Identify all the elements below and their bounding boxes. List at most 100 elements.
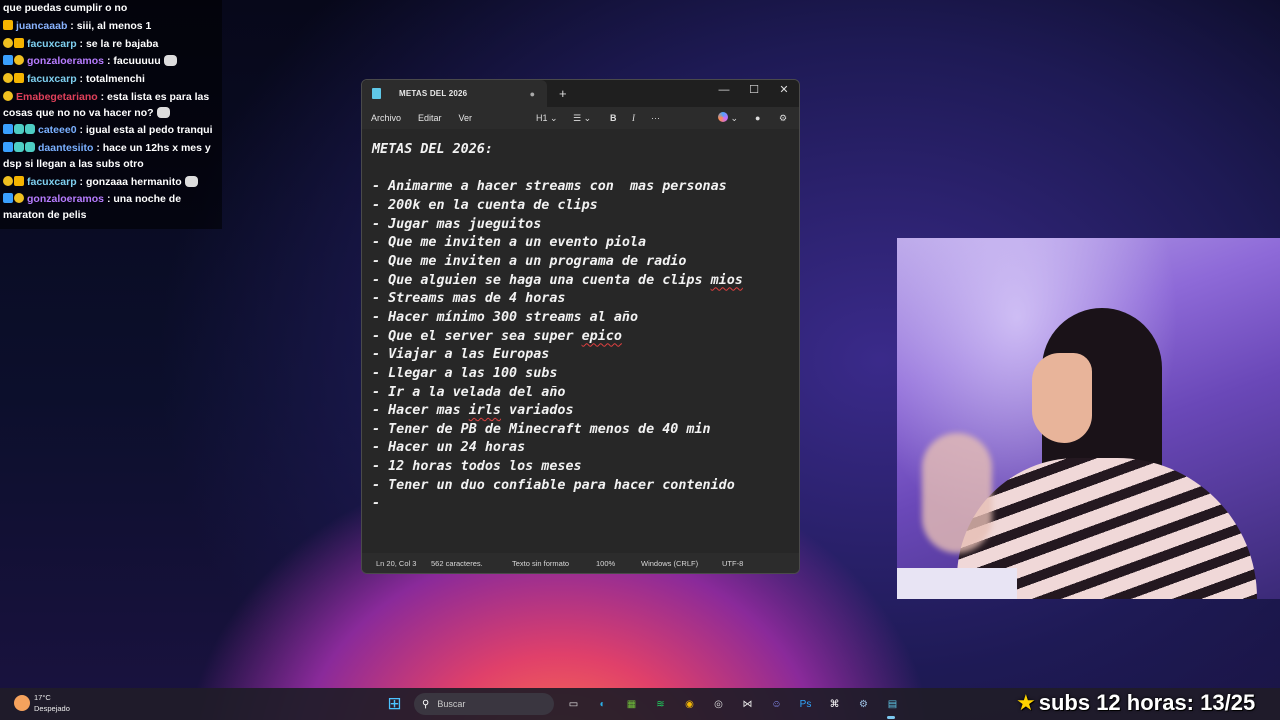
weather-desc: Despejado (34, 704, 70, 713)
char-count: 562 caracteres. (431, 558, 483, 568)
vip-badge-icon (3, 19, 13, 30)
mod-badge-icon (3, 55, 13, 66)
list-dropdown[interactable]: ☰ ⌄ (573, 107, 591, 129)
chat-text: que puedas cumplir o no (3, 2, 128, 14)
minimize-button[interactable]: — (709, 80, 739, 100)
heading-label: H1 (536, 113, 548, 123)
menu-bar: Archivo Editar Ver H1 ⌄ ☰ ⌄ B I ··· ⌄ ● … (362, 107, 799, 129)
chat-text: : igual esta al pedo tranqui (79, 124, 213, 137)
chevron-down-icon: ⌄ (583, 113, 592, 123)
text-line: - 12 horas todos los meses (372, 459, 582, 475)
chat-message: que puedas cumplir o no (3, 0, 220, 18)
notepad-icon[interactable]: ▤ (884, 695, 902, 713)
text-line: - Jugar mas jueguitos (372, 216, 542, 232)
chat-username[interactable]: gonzaloeramos (27, 55, 104, 67)
spellcheck-word[interactable]: epico (582, 329, 622, 344)
profile-icon[interactable]: ● (755, 107, 760, 129)
start-button[interactable]: ⊞ (386, 694, 404, 713)
chat-username[interactable]: facuxcarp (27, 73, 77, 85)
steam-icon[interactable]: ⚙ (855, 695, 873, 713)
chat-message: cateee0 : igual esta al pedo tranqui (3, 122, 220, 140)
chat-username[interactable]: Emabegetariano (16, 91, 98, 103)
cursor-position: Ln 20, Col 3 (376, 558, 417, 568)
italic-button[interactable]: I (632, 107, 635, 129)
maximize-button[interactable]: ☐ (739, 80, 769, 100)
heading-dropdown[interactable]: H1 ⌄ (536, 107, 558, 129)
chevron-down-icon: ⌄ (730, 113, 739, 123)
discord-icon[interactable]: ☺ (768, 695, 786, 713)
mod-badge-icon (3, 124, 13, 135)
bold-button[interactable]: B (610, 107, 617, 129)
chat-username[interactable]: cateee0 (38, 124, 77, 136)
text-line: - (372, 496, 381, 512)
text-line: METAS DEL 2026: (372, 142, 493, 157)
chat-username[interactable]: facuxcarp (27, 38, 77, 50)
encoding[interactable]: UTF-8 (722, 559, 743, 568)
photoshop-icon[interactable]: Ps (797, 695, 815, 713)
notepad-window: METAS DEL 2026 ● + — ☐ ✕ Archivo Editar … (361, 79, 800, 574)
text-editor[interactable]: METAS DEL 2026: - Animarme a hacer stream… (362, 129, 799, 547)
subs-goal-text: subs 12 horas: 13/25 (1038, 690, 1256, 715)
sub-badge-icon (25, 124, 35, 135)
vip-badge-icon (14, 175, 24, 186)
text-line: - Tener de PB de Minecraft menos de 40 m… (372, 421, 711, 437)
close-button[interactable]: ✕ (769, 80, 799, 100)
chat-username[interactable]: juancaaab (16, 20, 67, 32)
tab-metas-del-2026[interactable]: METAS DEL 2026 ● (362, 80, 547, 107)
chat-text: : se la re bajaba (79, 37, 159, 50)
text-line: - Llegar a las 100 subs (372, 365, 558, 381)
weather-icon (14, 695, 30, 711)
edge-icon[interactable]: ◐ (594, 695, 612, 713)
mod-badge-icon (3, 142, 13, 152)
active-app-indicator (887, 716, 895, 719)
text-line: - Que alguien se haga una cuenta de clip… (372, 272, 743, 288)
star-badge-icon (3, 90, 13, 101)
emote-icon (163, 55, 177, 67)
text-line: - Que me inviten a un evento piola (372, 235, 647, 251)
chat-text: : gonzaaa hermanito (79, 175, 182, 188)
text-line (372, 160, 789, 179)
menu-archivo[interactable]: Archivo (371, 113, 401, 123)
capcut-icon[interactable]: ⋈ (739, 695, 757, 713)
format-label[interactable]: Texto sin formato (512, 559, 596, 568)
more-options-button[interactable]: ··· (651, 107, 660, 129)
minecraft-icon[interactable]: ▦ (623, 695, 641, 713)
line-endings[interactable]: Windows (CRLF) (641, 559, 722, 568)
spotify-icon[interactable]: ≋ (652, 695, 670, 713)
chat-text: : totalmenchi (79, 73, 145, 85)
chat-username[interactable]: facuxcarp (27, 176, 77, 188)
text-line: - Hacer mas irls variados (372, 403, 574, 419)
star-badge-icon (3, 175, 13, 186)
menu-editar[interactable]: Editar (418, 113, 442, 123)
chrome-icon[interactable]: ◉ (681, 695, 699, 713)
text-line: - Hacer un 24 horas (372, 440, 526, 456)
spellcheck-word[interactable]: mios (711, 273, 743, 288)
file-explorer-icon[interactable]: ▭ (565, 695, 583, 713)
chat-username[interactable]: gonzaloeramos (27, 193, 104, 205)
text-line: - Hacer mínimo 300 streams al año (372, 309, 639, 325)
chat-message: daantesiito : hace un 12hs x mes y dsp s… (3, 140, 220, 174)
sub-badge-icon (14, 142, 24, 152)
text-line: - Que el server sea super epico (372, 328, 622, 344)
star-badge-icon (3, 37, 13, 48)
chat-message: gonzaloeramos : facuuuuu (3, 53, 220, 71)
weather-widget[interactable]: 17°C Despejado (14, 692, 70, 714)
search-box[interactable]: ⚲ Buscar (414, 693, 554, 715)
spellcheck-word[interactable]: irls (469, 403, 501, 418)
obs-icon[interactable]: ◎ (710, 695, 728, 713)
settings-gear-icon[interactable]: ⚙ (779, 107, 787, 129)
capcut-alt-icon[interactable]: ⌘ (826, 695, 844, 713)
copilot-button[interactable]: ⌄ (718, 107, 738, 129)
chat-message: gonzaloeramos : una noche de maraton de … (3, 191, 220, 225)
new-tab-button[interactable]: + (559, 86, 567, 101)
unsaved-dot-icon[interactable]: ● (530, 89, 535, 99)
chat-message: juancaaab : siii, al menos 1 (3, 18, 220, 36)
text-line: - 200k en la cuenta de clips (372, 197, 598, 213)
search-icon: ⚲ (422, 698, 430, 710)
chat-text: : siii, al menos 1 (70, 19, 152, 32)
text-line: - Streams mas de 4 horas (372, 291, 566, 307)
zoom-level[interactable]: 100% (596, 559, 641, 568)
text-line: - Viajar a las Europas (372, 347, 550, 363)
chat-username[interactable]: daantesiito (38, 142, 93, 154)
menu-ver[interactable]: Ver (459, 113, 473, 123)
